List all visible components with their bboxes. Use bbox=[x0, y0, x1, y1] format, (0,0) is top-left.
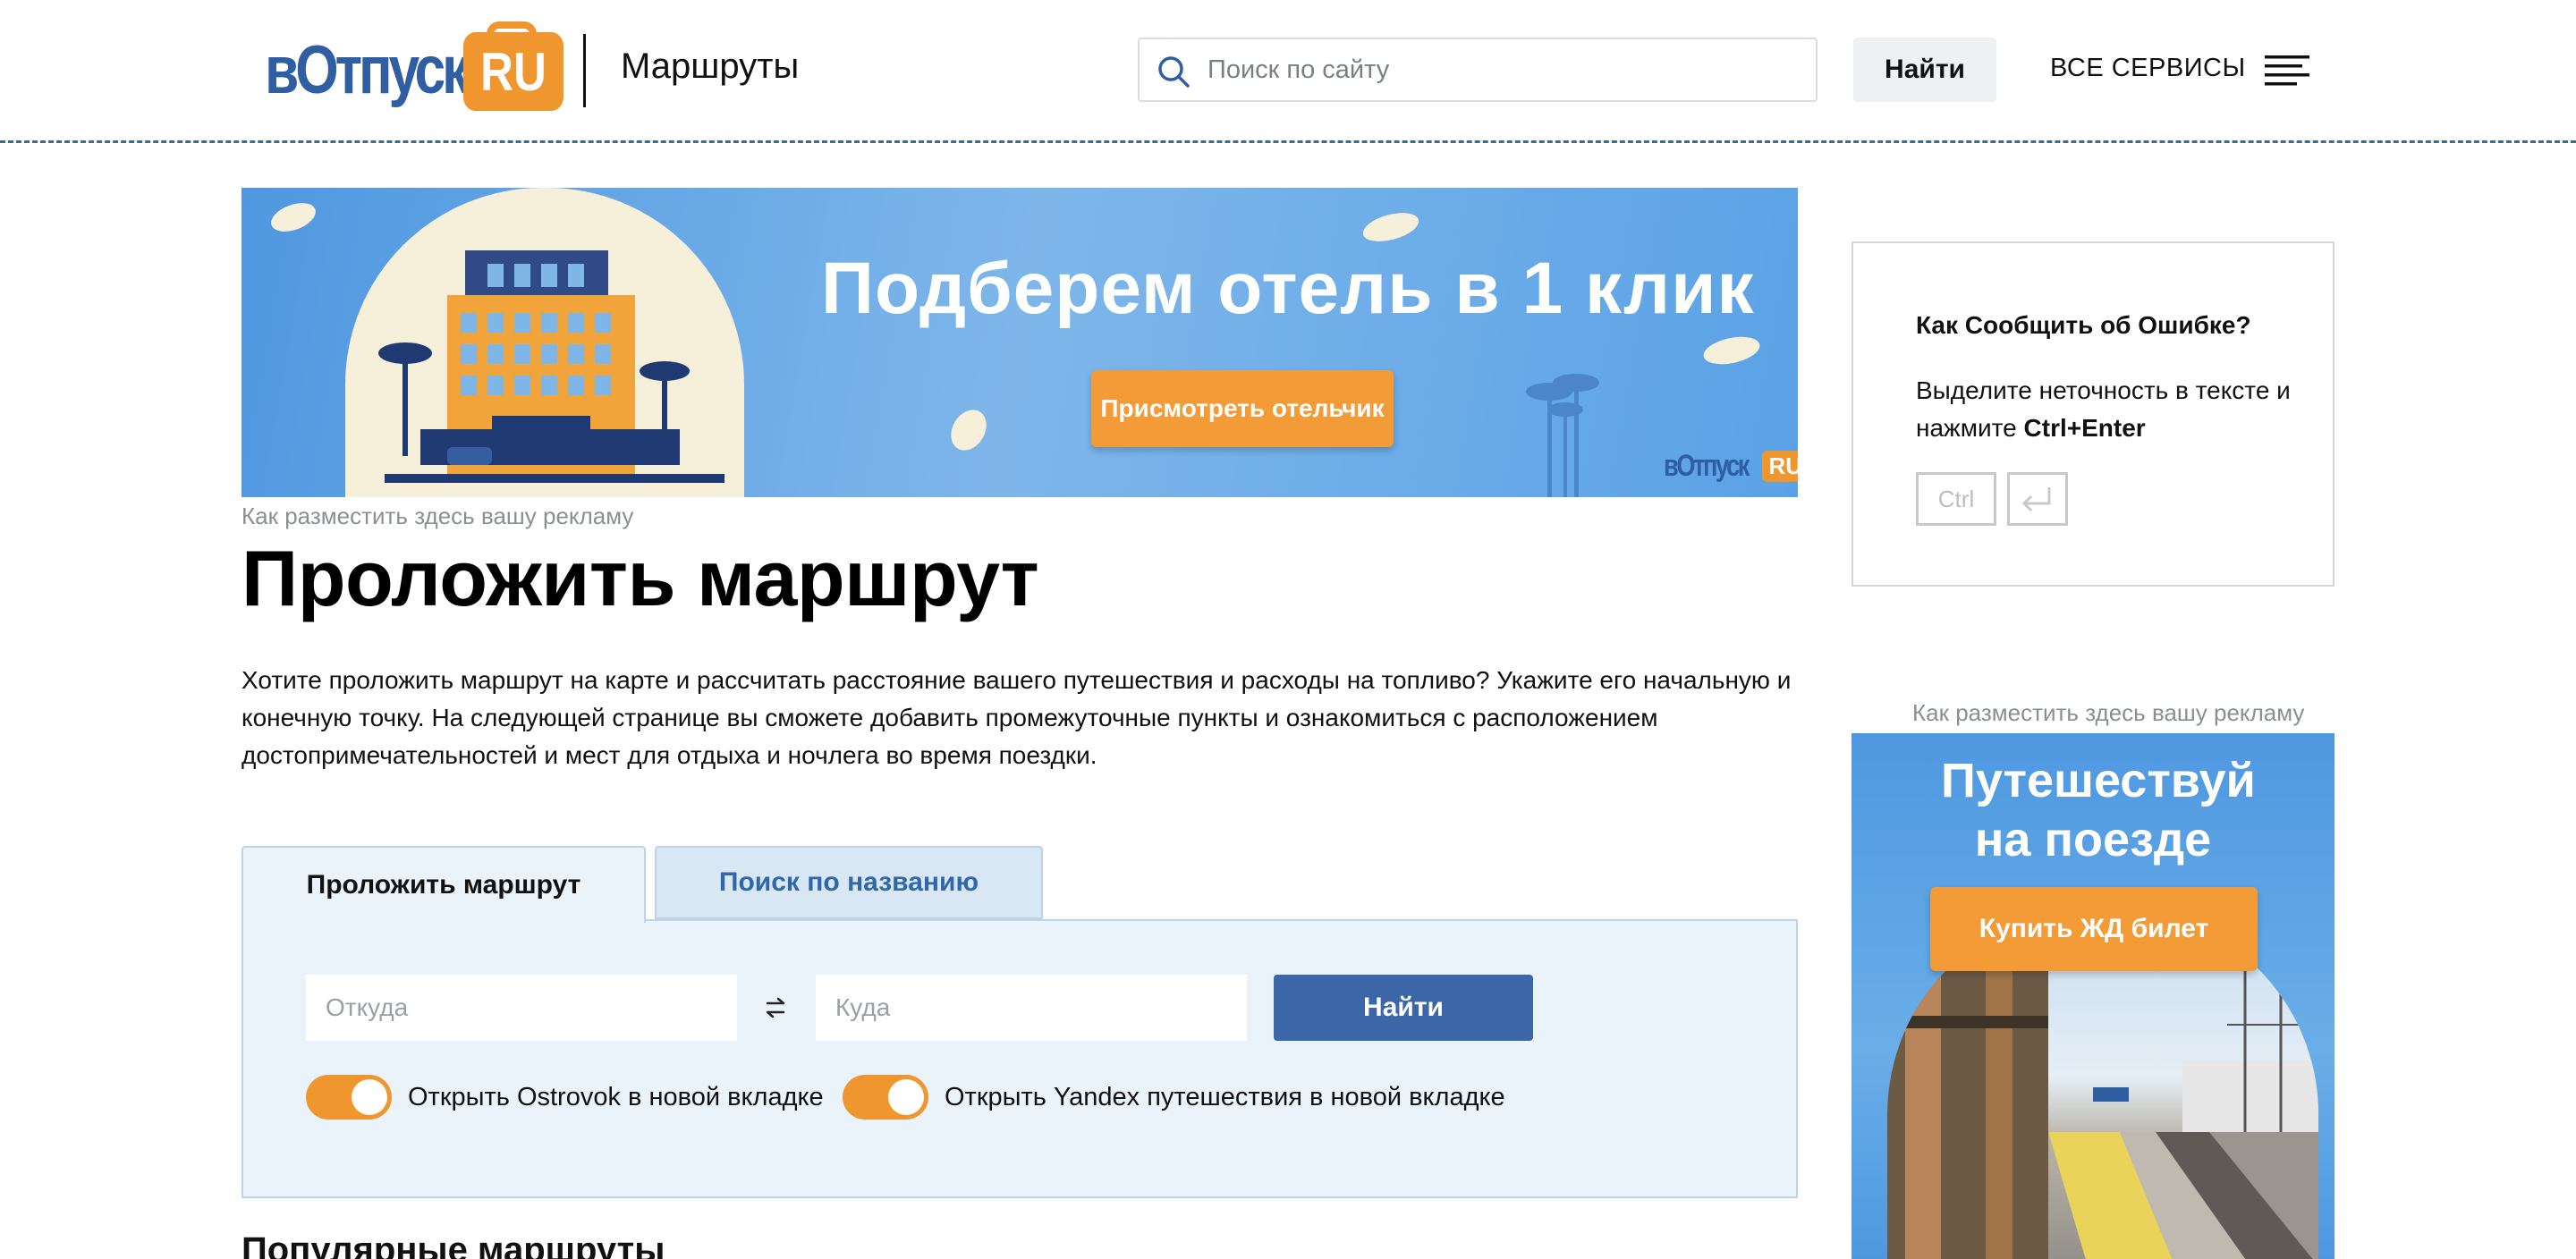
hotel-illustration bbox=[378, 250, 724, 483]
banner-logo-text: вОтпуск bbox=[1664, 449, 1750, 483]
all-services-link[interactable]: ВСЕ СЕРВИСЫ bbox=[2050, 54, 2246, 83]
ostrovok-toggle[interactable] bbox=[306, 1075, 392, 1120]
banner-logo-badge: RU bbox=[1761, 451, 1798, 482]
toggle-knob bbox=[888, 1079, 924, 1115]
menu-icon[interactable] bbox=[2265, 55, 2309, 88]
ctrl-key-icon: Ctrl bbox=[1916, 472, 1996, 526]
section-title[interactable]: Маршруты bbox=[621, 46, 799, 87]
cloud-icon bbox=[271, 203, 316, 232]
search-button[interactable]: Найти bbox=[1853, 38, 1996, 102]
site-header: вОтпуск RU Маршруты Найти ВСЕ СЕРВИСЫ bbox=[0, 0, 2576, 143]
banner-cta-button[interactable]: Присмотреть отельчик bbox=[1091, 370, 1394, 447]
train-ad-banner[interactable]: Путешествуй на поезде Купить ЖД билет bbox=[1852, 733, 2334, 1259]
report-error-title: Как Сообщить об Ошибке? bbox=[1916, 311, 2251, 339]
find-route-button[interactable]: Найти bbox=[1274, 975, 1533, 1041]
search-box bbox=[1138, 38, 1818, 102]
banner-logo: вОтпуск RU bbox=[1664, 449, 1798, 484]
route-form-panel: Найти Открыть Ostrovok в новой вкладке О… bbox=[242, 919, 1798, 1198]
tab-search-by-name[interactable]: Поиск по названию bbox=[655, 846, 1043, 919]
sidebar-ad-placement-link[interactable]: Как разместить здесь вашу рекламу bbox=[1912, 699, 2304, 727]
intro-text: Хотите проложить маршрут на карте и расс… bbox=[242, 666, 1792, 769]
report-error-box: Как Сообщить об Ошибке? Выделите неточно… bbox=[1852, 241, 2334, 587]
yandex-toggle[interactable] bbox=[843, 1075, 928, 1120]
search-input[interactable] bbox=[1208, 39, 1807, 100]
logo-text: вОтпуск bbox=[265, 31, 470, 108]
cloud-icon bbox=[1362, 213, 1419, 241]
from-input[interactable] bbox=[306, 975, 737, 1041]
yandex-toggle-row: Открыть Yandex путешествия в новой вклад… bbox=[843, 1075, 1505, 1120]
report-error-keys: Ctrl+Enter bbox=[2023, 414, 2146, 442]
site-logo[interactable]: вОтпуск RU bbox=[265, 21, 564, 114]
swap-icon[interactable] bbox=[762, 994, 789, 1021]
yandex-toggle-label: Открыть Yandex путешествия в новой вклад… bbox=[945, 1082, 1505, 1111]
hotel-banner-ad[interactable]: Подберем отель в 1 клик Присмотреть отел… bbox=[242, 188, 1798, 497]
enter-key-icon bbox=[2007, 472, 2068, 526]
cloud-icon bbox=[1703, 336, 1760, 365]
ad-placement-link[interactable]: Как разместить здесь вашу рекламу bbox=[242, 503, 633, 530]
banner-title: Подберем отель в 1 клик bbox=[821, 248, 1755, 329]
popular-routes-heading: Популярные маршруты bbox=[242, 1230, 665, 1259]
toggle-knob bbox=[352, 1079, 387, 1115]
tab-build-route[interactable]: Проложить маршрут bbox=[242, 846, 646, 923]
page-title: Проложить маршрут bbox=[242, 534, 1039, 622]
cloud-icon bbox=[951, 410, 987, 451]
train-ad-title: Путешествуй на поезде bbox=[1941, 754, 2256, 866]
enter-arrow-icon bbox=[2021, 487, 2051, 512]
buy-train-ticket-button[interactable]: Купить ЖД билет bbox=[1930, 887, 2258, 971]
logo-badge: RU bbox=[462, 32, 564, 111]
report-error-text: Выделите неточность в тексте и нажмите C… bbox=[1916, 372, 2309, 447]
header-divider bbox=[583, 34, 586, 107]
search-icon bbox=[1158, 56, 1190, 88]
palm-trees-icon bbox=[1526, 374, 1599, 497]
ostrovok-toggle-label: Открыть Ostrovok в новой вкладке bbox=[408, 1082, 824, 1111]
to-input[interactable] bbox=[816, 975, 1247, 1041]
ostrovok-toggle-row: Открыть Ostrovok в новой вкладке bbox=[306, 1075, 824, 1120]
